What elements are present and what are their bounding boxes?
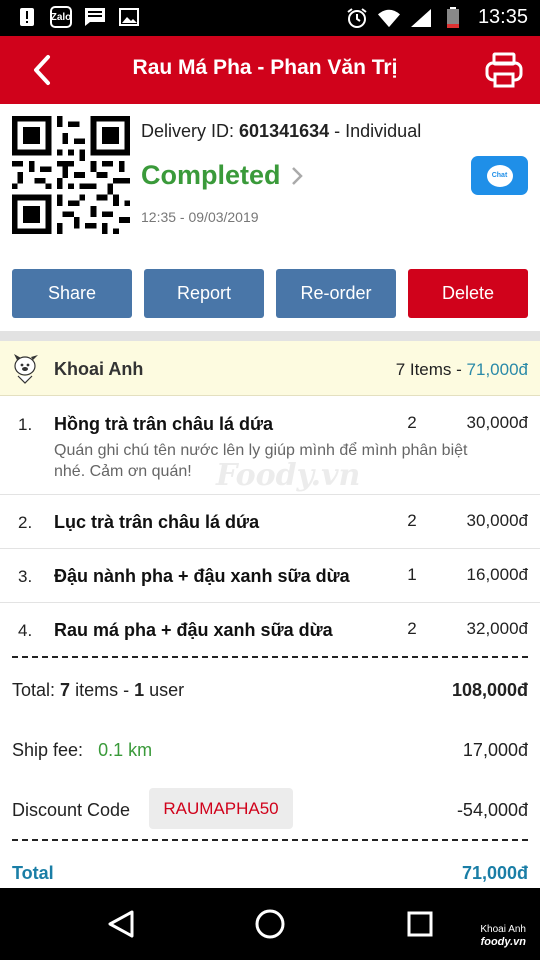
- ship-fee-value: 17,000đ: [462, 740, 528, 760]
- item-name: Rau má pha + đậu xanh sữa dừa: [54, 620, 333, 640]
- ship-fee-text: Ship fee:: [12, 740, 84, 760]
- item-index: 3.: [18, 567, 33, 586]
- order-status-link[interactable]: Completed: [141, 160, 303, 191]
- chat-button[interactable]: Chat: [471, 156, 528, 195]
- chat-label: Chat: [491, 172, 508, 179]
- delete-button[interactable]: Delete: [408, 269, 528, 318]
- item-quantity: 1: [407, 565, 417, 584]
- item-index: 2.: [18, 513, 33, 532]
- delivery-id-label: Delivery ID:: [141, 121, 235, 141]
- item-quantity: 2: [407, 511, 417, 530]
- report-button[interactable]: Report: [144, 269, 264, 318]
- nav-home-button[interactable]: [248, 904, 292, 944]
- chevron-right-icon: [291, 166, 303, 185]
- signal-icon: [410, 7, 432, 29]
- item-name: Hồng trà trân châu lá dứa: [54, 414, 274, 434]
- chevron-left-icon: [34, 55, 50, 85]
- item-name: Lục trà trân châu lá dứa: [54, 512, 260, 532]
- foody-watermark: Foody.vn: [216, 458, 361, 493]
- summary-items-count: 7: [60, 680, 71, 700]
- section-divider: [0, 331, 540, 341]
- list-item: 2. Lục trà trân châu lá dứa 2 30,000đ: [0, 495, 540, 549]
- item-index: 4.: [18, 621, 33, 640]
- qr-code: [12, 116, 130, 234]
- user-amount: 71,000đ: [466, 360, 528, 379]
- wifi-icon: [377, 7, 400, 29]
- item-price: 30,000đ: [466, 511, 528, 530]
- item-price: 30,000đ: [466, 413, 528, 432]
- chat-icon: Chat: [486, 164, 513, 187]
- item-price: 16,000đ: [466, 565, 528, 584]
- action-buttons: Share Report Re-order Delete: [12, 269, 528, 318]
- avatar: [14, 354, 38, 384]
- ship-distance: 0.1 km: [98, 740, 153, 760]
- dashed-divider: [12, 839, 528, 841]
- status-bar: Zalo 13:35: [0, 0, 540, 36]
- summary-total-prefix: Total:: [12, 680, 56, 700]
- delivery-id: Delivery ID: 601341634 - Individual: [141, 121, 421, 142]
- message-icon: [84, 6, 106, 28]
- order-status: Completed: [141, 160, 281, 190]
- user-row[interactable]: Khoai Anh 7 Items - 71,000đ: [0, 341, 540, 396]
- clock-time: 13:35: [477, 6, 528, 28]
- summary-items-word: items -: [75, 680, 130, 700]
- triangle-back-icon: [108, 910, 134, 938]
- summary-users-word: user: [149, 680, 185, 700]
- share-button[interactable]: Share: [12, 269, 132, 318]
- discount-label: Discount Code: [12, 800, 131, 820]
- image-icon: [118, 6, 140, 28]
- grand-total-label: Total: [12, 863, 54, 883]
- circle-home-icon: [255, 909, 285, 939]
- list-item: 4. Rau má pha + đậu xanh sữa dừa 2 32,00…: [0, 603, 540, 653]
- item-quantity: 2: [407, 413, 417, 432]
- reorder-button[interactable]: Re-order: [276, 269, 396, 318]
- watermark-owner-name: Khoai Anh: [480, 924, 526, 935]
- app-bar: Rau Má Pha - Phan Văn Trị: [0, 36, 540, 104]
- delivery-type: - Individual: [334, 121, 422, 141]
- total-items-label: Total: 7 items - 1 user: [12, 680, 184, 701]
- watermark-brand: foody.vn: [480, 936, 526, 948]
- item-name: Đậu nành pha + đậu xanh sữa dừa: [54, 566, 350, 586]
- item-price: 32,000đ: [466, 619, 528, 638]
- square-recents-icon: [407, 911, 433, 937]
- grand-total-value: 71,000đ: [461, 863, 528, 883]
- nav-recents-button[interactable]: [398, 904, 442, 944]
- page-title: Rau Má Pha - Phan Văn Trị: [132, 56, 398, 79]
- order-datetime: 12:35 - 09/03/2019: [141, 209, 259, 225]
- ship-fee-label: Ship fee: 0.1 km: [12, 740, 152, 761]
- item-quantity: 2: [407, 619, 417, 638]
- item-index: 1.: [18, 415, 33, 434]
- dashed-divider: [12, 656, 528, 658]
- zalo-icon: Zalo: [50, 6, 72, 28]
- discount-code-badge: RAUMAPHA50: [149, 788, 293, 829]
- back-button[interactable]: [22, 52, 62, 88]
- user-name: Khoai Anh: [54, 359, 144, 379]
- discount-value: -54,000đ: [456, 800, 528, 820]
- watermark-owner: Khoai Anh foody.vn: [480, 924, 526, 948]
- battery-icon: [442, 6, 464, 29]
- alert-icon: [16, 6, 38, 28]
- subtotal-value: 108,000đ: [451, 680, 528, 700]
- summary-users-count: 1: [134, 680, 145, 700]
- list-item: 3. Đậu nành pha + đậu xanh sữa dừa 1 16,…: [0, 549, 540, 603]
- printer-icon: [485, 52, 523, 88]
- alarm-icon: [346, 7, 368, 29]
- user-items-count: 7 Items -: [395, 360, 462, 379]
- system-nav-bar: Khoai Anh foody.vn: [0, 888, 540, 960]
- delivery-id-value: 601341634: [239, 121, 330, 141]
- user-summary: 7 Items - 71,000đ: [396, 360, 528, 380]
- nav-back-button[interactable]: [100, 904, 144, 944]
- print-button[interactable]: [484, 50, 524, 90]
